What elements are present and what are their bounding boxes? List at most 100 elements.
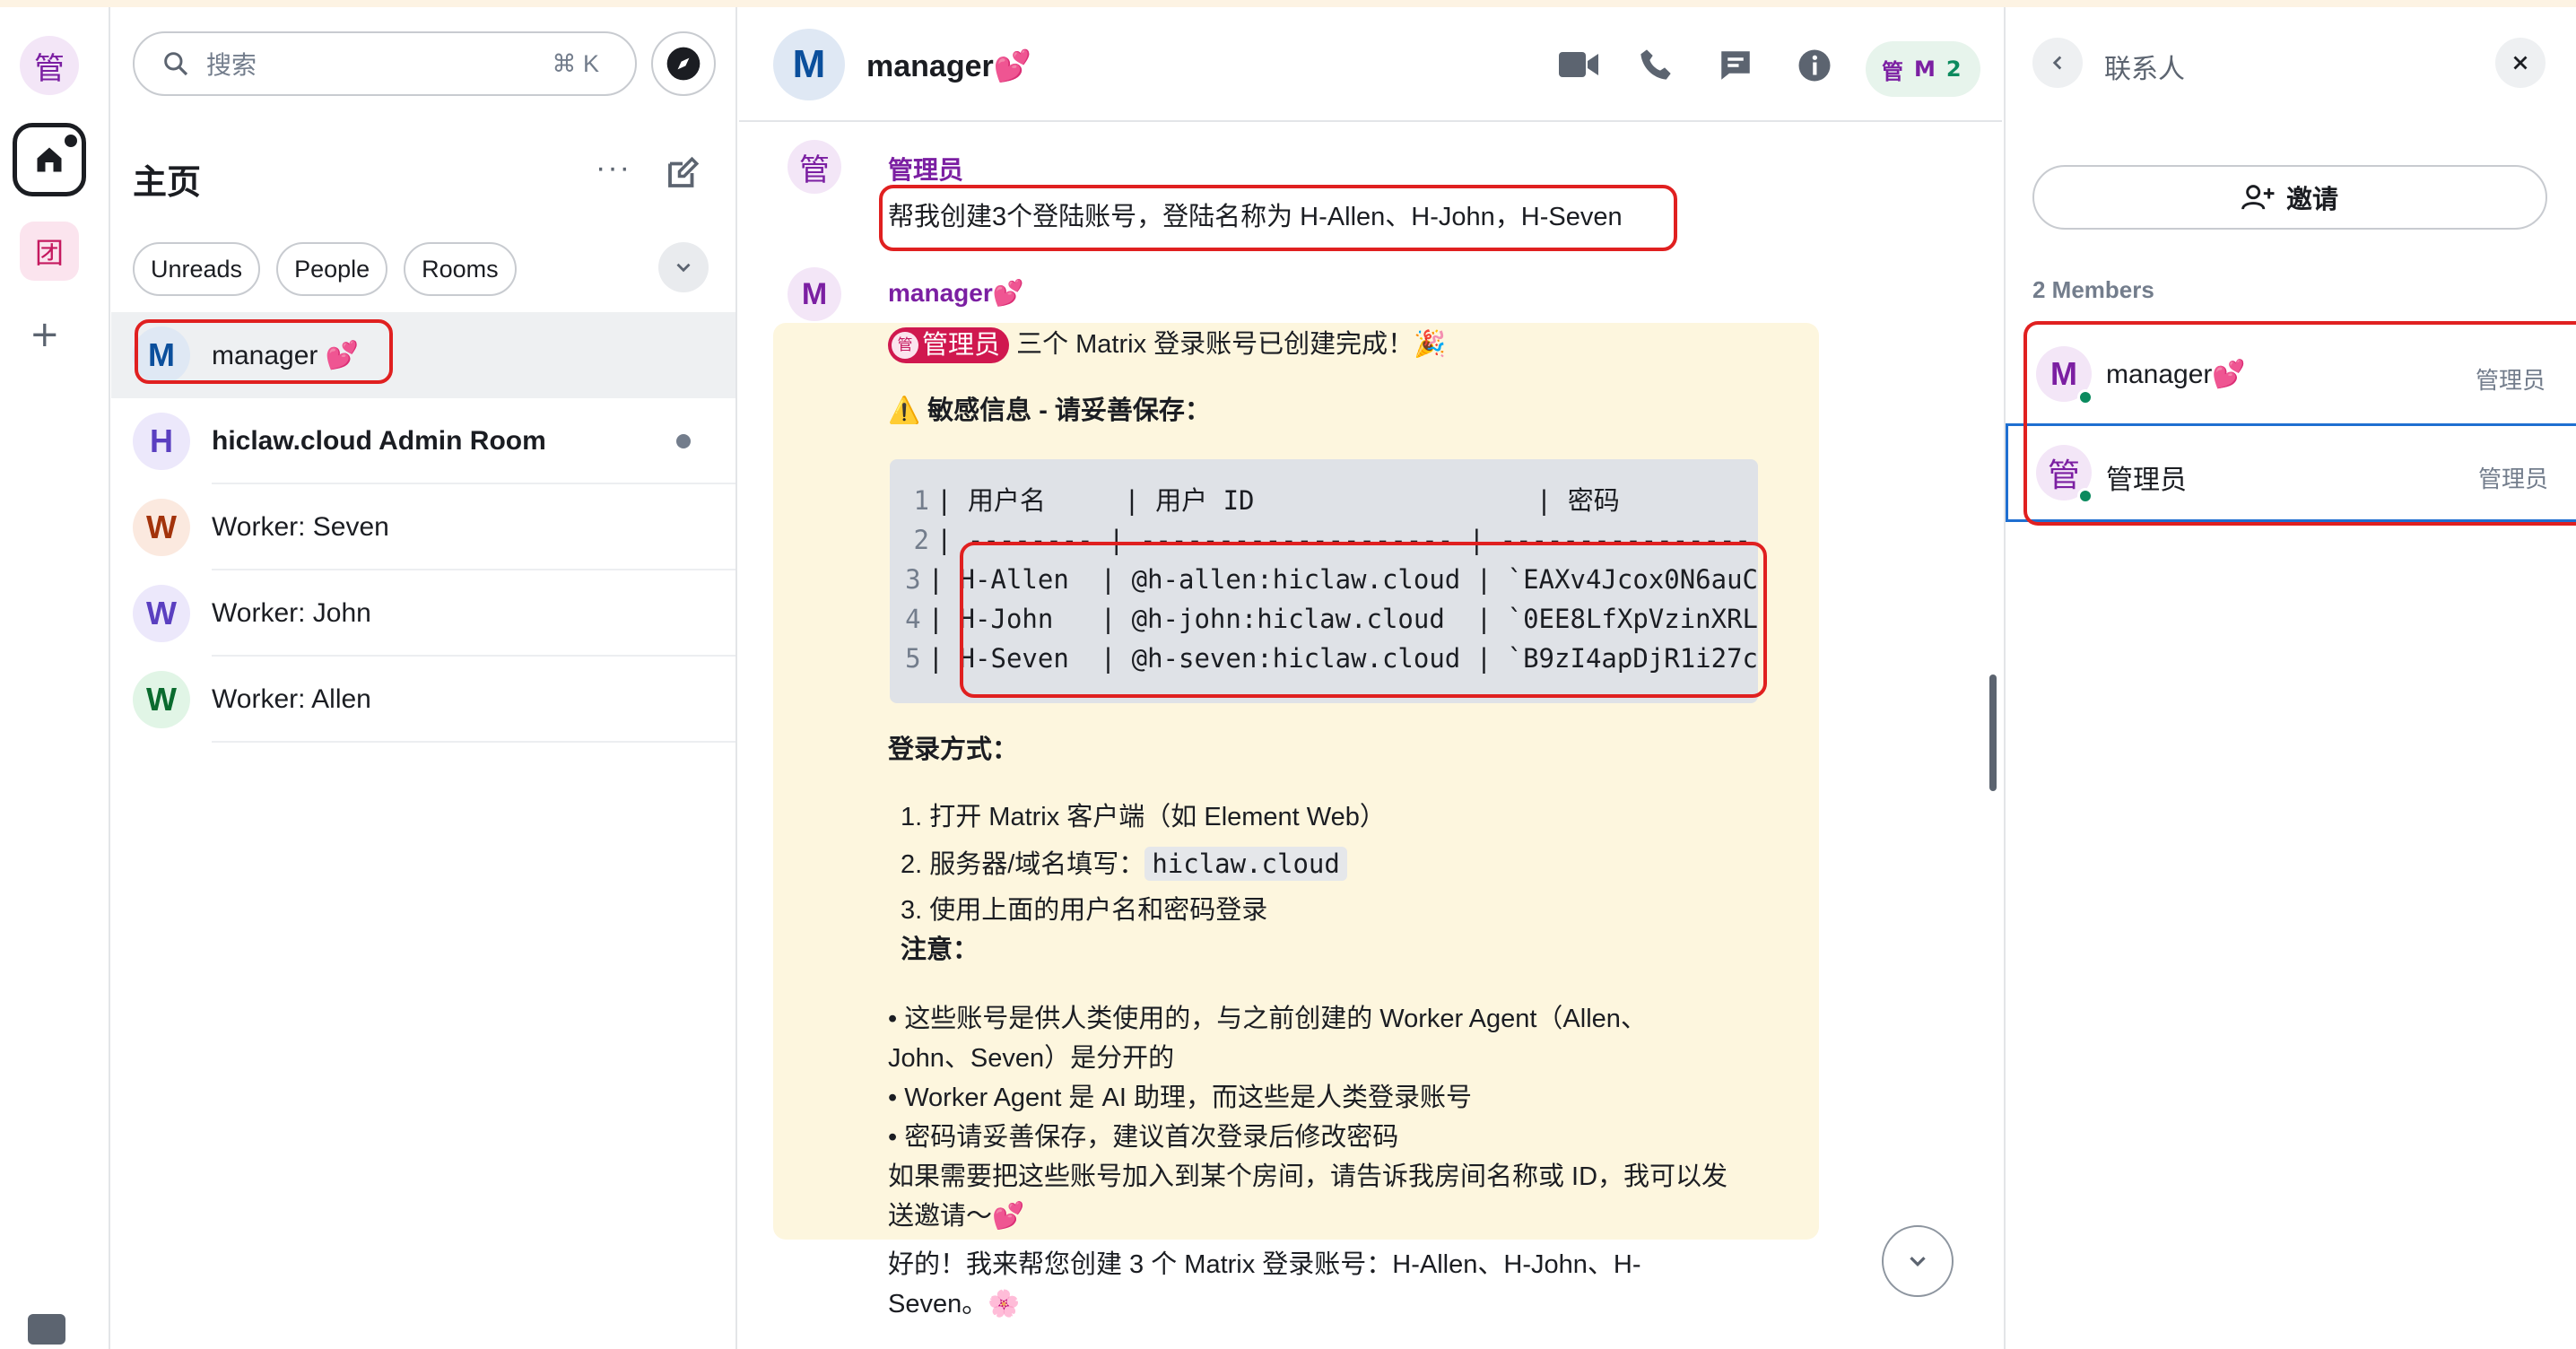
chevron-down-icon [676, 263, 691, 273]
close-icon [2513, 56, 2528, 70]
room-item-worker-seven[interactable]: W Worker: Seven [111, 484, 735, 570]
member-role: 管理员 [2477, 466, 2548, 492]
room-filters: Unreads People Rooms [133, 242, 517, 296]
unread-indicator [676, 434, 691, 448]
add-user-icon [2241, 185, 2275, 210]
member-role: 管理员 [2475, 367, 2546, 394]
explore-rooms-button[interactable] [651, 31, 716, 96]
filter-unreads[interactable]: Unreads [133, 242, 261, 296]
member-item-manager[interactable]: M manager💕 管理员 [2006, 325, 2576, 423]
chevron-down-icon [1910, 1257, 1926, 1267]
room-header-name[interactable]: manager💕 [866, 48, 1031, 84]
space-bar [0, 7, 110, 1349]
right-panel-title: 联系人 [2104, 55, 2185, 84]
team-space-button[interactable]: 团 [20, 222, 79, 281]
warning-heading: ⚠️ 敏感信息 - 请妥善保存： [888, 396, 1211, 425]
member-name: manager💕 [2106, 360, 2246, 389]
home-notification-dot [61, 131, 81, 151]
sender-name[interactable]: manager💕 [888, 278, 1024, 308]
note-line: • 密码请妥善保存，建议首次登录后修改密码 [888, 1123, 1399, 1152]
video-call-button[interactable] [1557, 47, 1600, 87]
room-item-worker-john[interactable]: W Worker: John [111, 570, 735, 657]
member-face-pile[interactable]: 管 M 2 [1866, 41, 1980, 97]
note-heading: 注意： [901, 936, 979, 964]
message-body: Seven。🌸 [888, 1290, 1021, 1319]
search-placeholder: 搜索 [206, 51, 257, 79]
threads-icon [1721, 51, 1750, 80]
add-space-button[interactable]: + [30, 314, 60, 355]
room-avatar: W [133, 585, 190, 642]
room-list-options-button[interactable]: ··· [596, 151, 631, 186]
code-block: 1 | 用户名 | 用户 ID | 密码 2 | -------- | ------… [890, 459, 1758, 703]
note-line: John、Seven）是分开的 [888, 1044, 1175, 1073]
search-input[interactable]: 搜索 ⌘ K [133, 31, 637, 96]
info-icon [1798, 49, 1831, 82]
invite-button[interactable]: 邀请 [2032, 165, 2547, 230]
filter-rooms[interactable]: Rooms [404, 242, 517, 296]
room-item-manager[interactable]: M manager 💕 [111, 312, 735, 398]
message-body: 好的！我来帮您创建 3 个 Matrix 登录账号：H-Allen、H-John… [888, 1250, 1641, 1279]
threads-button[interactable] [1717, 47, 1754, 89]
room-item-worker-allen[interactable]: W Worker: Allen [111, 657, 735, 743]
chevron-left-icon [2052, 56, 2062, 70]
message-line: 管管理员 三个 Matrix 登录账号已创建完成！🎉 [888, 325, 1446, 364]
login-step-3: 3. 使用上面的用户名和密码登录 [901, 896, 1268, 925]
room-avatar: H [133, 413, 190, 470]
room-info-button[interactable] [1796, 47, 1833, 89]
sender-avatar[interactable]: 管 [788, 140, 841, 194]
filters-expand-button[interactable] [658, 242, 709, 292]
closing-line: 送邀请～💕 [888, 1202, 1025, 1231]
phone-icon [1640, 49, 1671, 80]
room-name: Worker: John [212, 598, 371, 628]
presence-online-dot [2077, 488, 2093, 504]
search-icon [164, 52, 188, 76]
user-mention-pill[interactable]: 管管理员 [888, 327, 1010, 364]
room-name: manager 💕 [212, 340, 360, 370]
jump-to-bottom-button[interactable] [1882, 1225, 1954, 1297]
room-name: hiclaw.cloud Admin Room [212, 426, 546, 456]
room-name: Worker: Seven [212, 512, 389, 542]
room-item-admin-room[interactable]: H hiclaw.cloud Admin Room [111, 398, 735, 484]
login-heading: 登录方式： [888, 735, 1019, 764]
inline-code: hiclaw.cloud [1144, 847, 1347, 881]
filter-people[interactable]: People [276, 242, 388, 296]
video-call-icon [1559, 52, 1598, 77]
user-avatar[interactable]: 管 [20, 36, 79, 95]
member-item-admin[interactable]: 管 管理员 管理员 [2006, 423, 2576, 522]
code-line: 1 | 用户名 | 用户 ID | 密码 [913, 485, 1620, 516]
code-line: 3 | H-Allen | @h-allen:hiclaw.cloud | `EA… [905, 564, 1758, 595]
sender-name[interactable]: 管理员 [888, 151, 963, 187]
sender-avatar[interactable]: M [788, 267, 841, 321]
home-icon [37, 147, 62, 172]
login-step-1: 1. 打开 Matrix 客户端（如 Element Web） [901, 803, 1386, 831]
login-step-2: 2. 服务器/域名填写： hiclaw.cloud [901, 844, 1347, 884]
voice-call-button[interactable] [1638, 47, 1674, 87]
room-avatar: W [133, 671, 190, 728]
members-count: 2 Members [2032, 276, 2154, 303]
home-title: 主页 [133, 164, 202, 202]
room-header: M manager💕 管 M 2 [739, 7, 2002, 122]
member-count: 2 [1945, 57, 1962, 82]
member-name: 管理员 [2106, 466, 2187, 495]
back-button[interactable] [2032, 38, 2083, 88]
code-line: 4 | H-John | @h-john:hiclaw.cloud | `0EE8… [905, 604, 1758, 634]
closing-line: 如果需要把这些账号加入到某个房间，请告诉我房间名称或 ID，我可以发 [888, 1162, 1728, 1191]
timeline-scrollbar[interactable] [1989, 674, 1997, 791]
compass-icon [666, 47, 701, 81]
note-line: • Worker Agent 是 AI 助理，而这些是人类登录账号 [888, 1084, 1472, 1112]
close-button[interactable] [2495, 38, 2546, 88]
invite-label: 邀请 [2285, 186, 2338, 214]
note-line: • 这些账号是供人类使用的，与之前创建的 Worker Agent（Allen、 [888, 1005, 1647, 1033]
threads-activity-icon[interactable] [28, 1314, 65, 1345]
code-line: 2 | -------- | -------------------- | ---… [913, 525, 1751, 555]
compose-icon [668, 156, 700, 187]
top-banner-strip [0, 0, 2576, 7]
room-avatar: W [133, 499, 190, 556]
compose-button[interactable] [664, 154, 701, 196]
face-pile-avatar: 管 [1882, 58, 1903, 84]
face-pile-avatar: M [1914, 57, 1936, 82]
presence-online-dot [2077, 389, 2093, 405]
search-shortcut: ⌘ K [552, 49, 599, 77]
room-avatar: M [133, 326, 190, 384]
room-header-avatar[interactable]: M [773, 29, 845, 100]
